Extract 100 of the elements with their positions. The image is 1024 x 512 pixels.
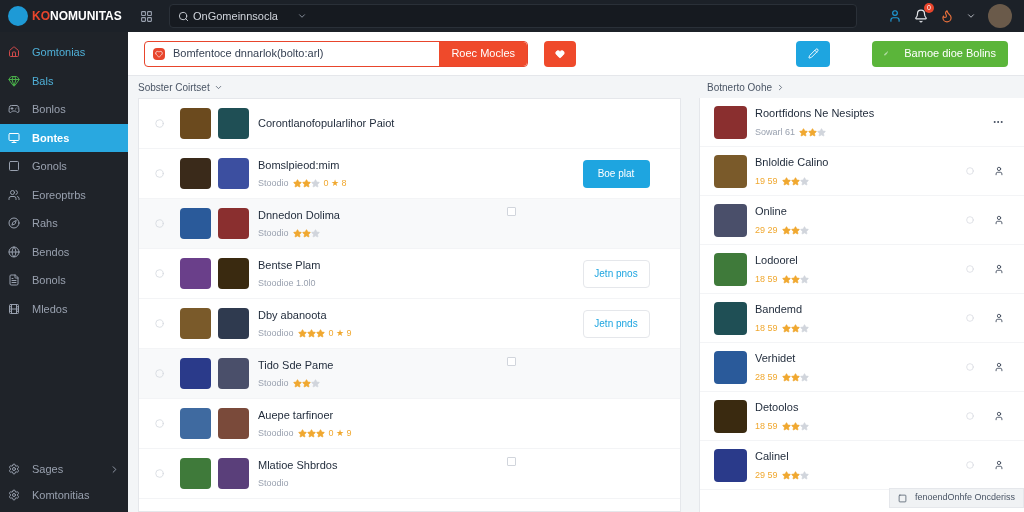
search-input[interactable]: OnGomeinnsocla <box>193 7 293 25</box>
list-row[interactable]: Lodoorel 18 59 <box>700 245 1024 294</box>
flame-icon[interactable] <box>940 9 954 23</box>
sidebar-item[interactable]: Gomtonias <box>0 38 128 67</box>
star-icon <box>310 379 320 389</box>
game-thumbnail <box>180 458 211 489</box>
status-icon <box>966 314 974 322</box>
sidebar-item[interactable]: Eoreoptrbs <box>0 180 128 209</box>
list-row[interactable]: Tido Sde Pame Stoodio <box>139 349 680 399</box>
user-icon[interactable] <box>994 362 1004 372</box>
list-row[interactable]: Verhidet 28 59 <box>700 343 1024 392</box>
edit-button[interactable] <box>796 40 830 67</box>
game-thumbnail <box>714 448 747 482</box>
pencil-icon <box>807 48 819 59</box>
row-title: Lodoorel <box>755 253 799 268</box>
game-thumbnail <box>180 158 211 189</box>
text-input[interactable]: Bomfentoce dnnarlok(bolto:arl) <box>173 45 432 62</box>
star-icon <box>301 229 311 239</box>
sidebar-item[interactable]: Gonols <box>0 152 128 181</box>
row-icon <box>155 469 164 478</box>
sidebar-item[interactable]: Mledos <box>0 294 128 323</box>
star-icon <box>799 274 809 284</box>
panel-title[interactable]: Botnerto Oohe <box>707 79 773 95</box>
menu-icon <box>8 302 20 315</box>
row-title: Corontlanofopularlihor Paiot <box>258 116 396 132</box>
sidebar-item[interactable]: Bonols <box>0 266 128 295</box>
list-row[interactable]: Bandemd 18 59 <box>700 294 1024 343</box>
list-row[interactable]: Mlatioe Shbrdos Stoodio <box>139 449 680 499</box>
sidebar-footer-item[interactable]: Komtonitias <box>0 482 128 508</box>
row-title: Verhidet <box>755 351 797 366</box>
star-icon <box>781 176 791 186</box>
user-icon[interactable] <box>994 313 1004 323</box>
user-icon[interactable] <box>994 215 1004 225</box>
list-row[interactable]: Auepe tarfinoer Stoodioo 0 ★ 9 <box>139 399 680 449</box>
list-row[interactable]: Dnnedon Dolima Stoodio <box>139 199 680 249</box>
sidebar-item[interactable]: Bonlos <box>0 95 128 124</box>
search-button[interactable]: Roec Mocles <box>439 41 527 66</box>
heart-button[interactable] <box>544 40 576 67</box>
window-icon <box>897 493 907 503</box>
game-thumbnail <box>218 208 249 239</box>
list-row[interactable]: Online 29 29 <box>700 196 1024 245</box>
list-row[interactable]: Detoolos 18 59 <box>700 392 1024 441</box>
settings-icon <box>8 489 20 501</box>
list-row[interactable]: Bentse Plam Stoodioe 1.0l0 Jetn pnos <box>139 249 680 299</box>
star-icon <box>781 470 791 480</box>
menu-icon <box>8 188 20 201</box>
game-thumbnail <box>180 308 211 339</box>
row-meta: Stoodioo <box>258 427 294 440</box>
row-title: Detoolos <box>755 400 800 415</box>
rating-text: 0 ★ 8 <box>323 177 347 190</box>
row-title: Online <box>755 204 788 219</box>
list-row[interactable]: Bnloldie Calino 19 59 <box>700 147 1024 196</box>
sidebar-footer-item[interactable]: Sages <box>0 456 128 482</box>
user-icon[interactable] <box>994 166 1004 176</box>
sidebar-item[interactable]: Rahs <box>0 209 128 238</box>
row-title: Bentse Plam <box>258 257 322 273</box>
checkbox[interactable] <box>506 457 516 466</box>
grid-icon[interactable] <box>140 9 153 23</box>
star-icon <box>790 274 800 284</box>
star-icon <box>799 323 809 333</box>
status-icon <box>966 265 974 273</box>
star-icon <box>799 421 809 431</box>
user-icon[interactable] <box>994 460 1004 470</box>
menu-icon <box>8 274 20 287</box>
logo: KONOMUNITAS <box>32 8 122 25</box>
star-icon <box>799 176 809 186</box>
list-row[interactable]: Corontlanofopularlihor Paiot <box>139 99 680 149</box>
panel-title[interactable]: Sobster Coirtset <box>138 79 210 95</box>
star-icon <box>292 179 302 189</box>
chevron-icon[interactable] <box>966 11 976 21</box>
row-icon <box>155 369 164 378</box>
search-field[interactable]: OnGomeinnsocla <box>169 4 857 28</box>
row-meta: Stoodioo <box>258 327 294 340</box>
user-icon[interactable] <box>994 411 1004 421</box>
row-meta: 18 59 <box>755 321 778 335</box>
star-icon <box>297 429 307 439</box>
bell-icon[interactable] <box>914 9 928 23</box>
game-thumbnail <box>714 105 747 139</box>
row-meta: 18 59 <box>755 272 778 286</box>
avatar[interactable] <box>988 4 1012 28</box>
rating-text: 0 ★ 9 <box>328 427 352 440</box>
user-icon[interactable] <box>994 264 1004 274</box>
game-thumbnail <box>218 458 249 489</box>
checkbox[interactable] <box>506 207 516 216</box>
star-icon <box>790 470 800 480</box>
list-row[interactable]: Roortfidons Ne Nesiptes Sowarl 61 <box>700 98 1024 147</box>
checkbox[interactable] <box>506 357 516 366</box>
menu-icon <box>8 131 20 144</box>
sidebar-item[interactable]: Bals <box>0 66 128 95</box>
star-icon <box>306 329 316 339</box>
toolbar-field[interactable]: Bomfentoce dnnarlok(bolto:arl) Roec Mocles <box>144 40 528 67</box>
row-meta: Stoodio <box>258 477 289 490</box>
sidebar-item[interactable]: Bendos <box>0 237 128 266</box>
row-icon <box>155 169 164 178</box>
star-icon <box>306 429 316 439</box>
row-meta: 19 59 <box>755 174 778 188</box>
user-icon[interactable] <box>888 9 902 23</box>
star-icon <box>790 176 800 186</box>
row-title: Tido Sde Pame <box>258 357 335 373</box>
game-thumbnail <box>714 301 747 335</box>
